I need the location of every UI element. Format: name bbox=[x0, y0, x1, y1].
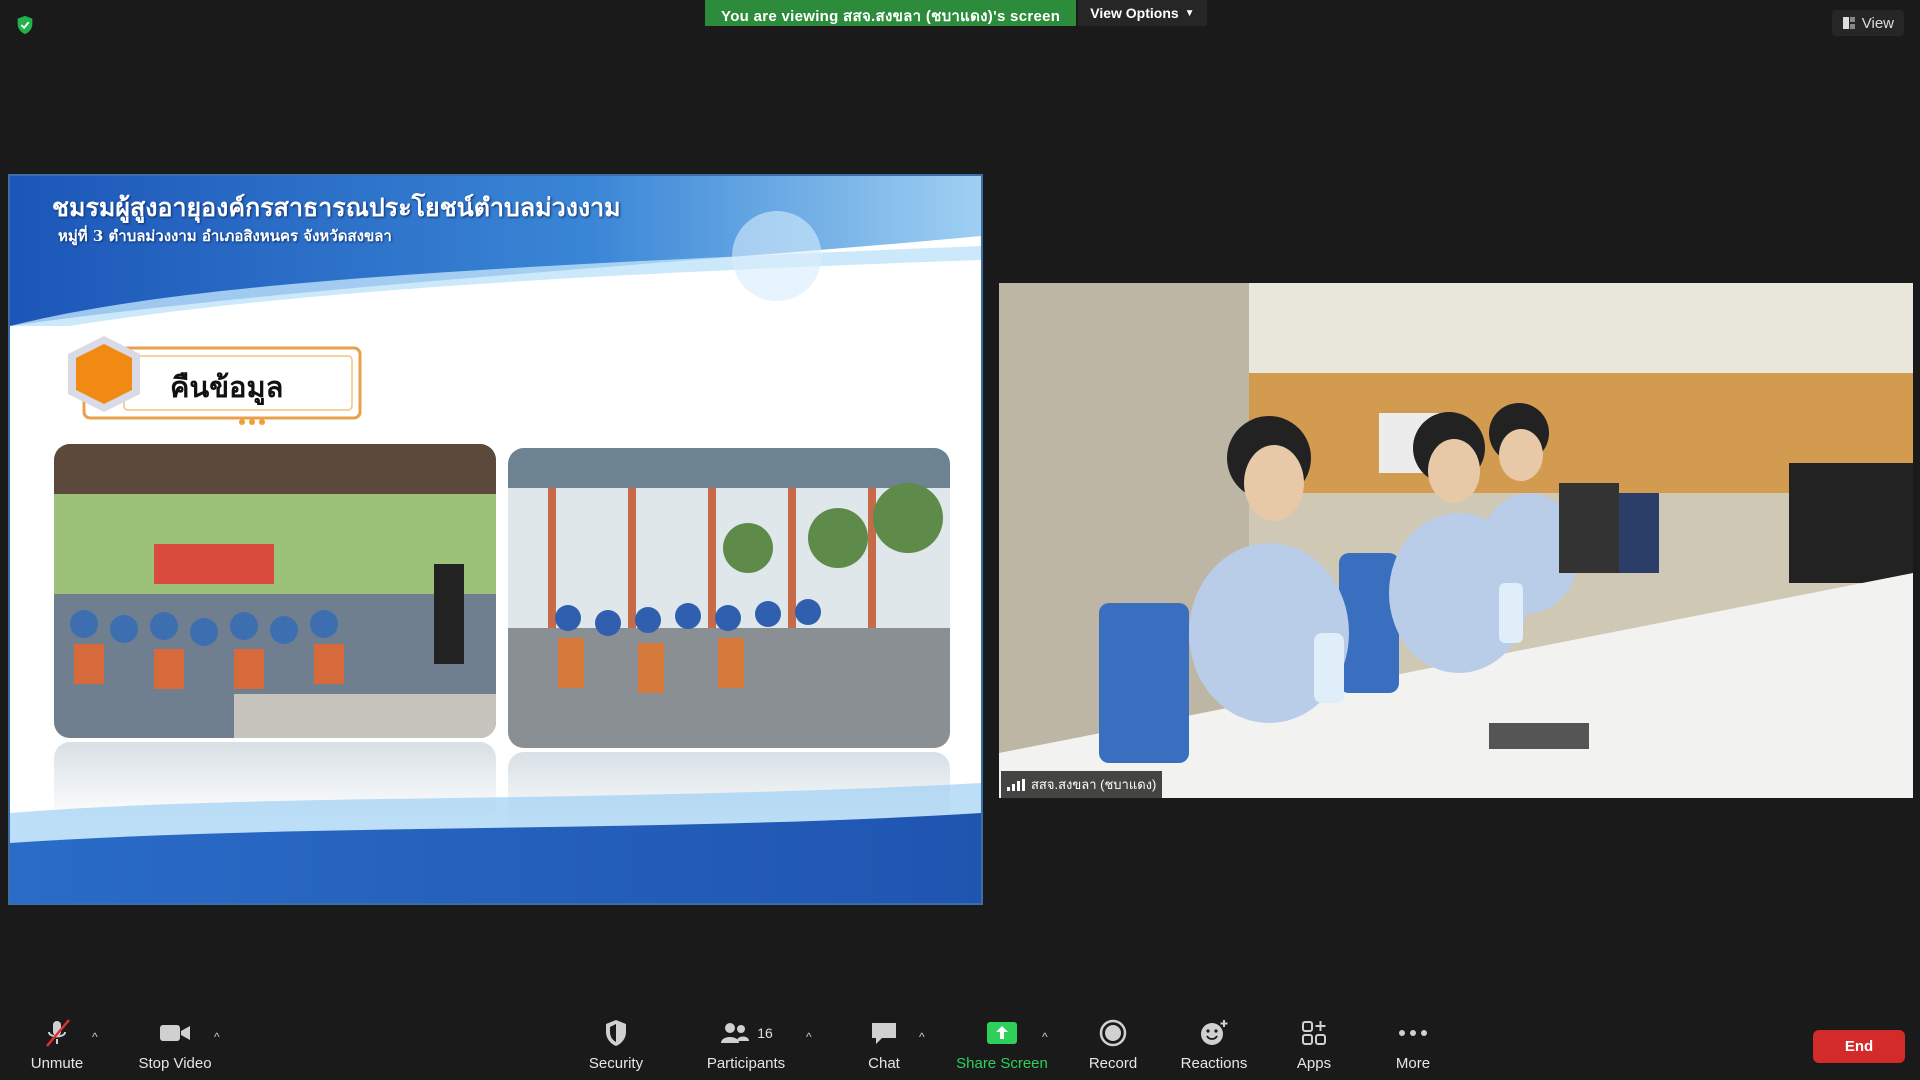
share-screen-label: Share Screen bbox=[956, 1055, 1048, 1072]
event-photo-1 bbox=[54, 444, 496, 738]
more-dots-icon bbox=[1399, 1030, 1427, 1036]
share-options-caret[interactable]: ^ bbox=[1042, 1030, 1048, 1044]
signal-strength-icon bbox=[1007, 778, 1025, 791]
view-layout-icon bbox=[1842, 17, 1855, 29]
participant-name: สสจ.สงขลา (ชบาแดง) bbox=[1031, 777, 1157, 792]
viewing-screen-text: You are viewing สสจ.สงขลา (ชบาแดง)'s scr… bbox=[705, 0, 1077, 26]
record-button[interactable]: Record bbox=[1088, 1018, 1138, 1072]
reactions-label: Reactions bbox=[1180, 1055, 1248, 1072]
participant-video-feed bbox=[999, 283, 1913, 798]
slide-footer-wave bbox=[10, 783, 981, 903]
chat-bubble-icon bbox=[872, 1023, 896, 1044]
meeting-toolbar: Unmute ^ Stop Video ^ Security 16 Partic… bbox=[0, 1000, 1920, 1080]
participants-label: Participants bbox=[706, 1055, 786, 1072]
view-button[interactable]: View bbox=[1831, 10, 1904, 36]
reactions-button[interactable]: Reactions bbox=[1180, 1018, 1248, 1072]
stop-video-button[interactable]: Stop Video bbox=[134, 1018, 216, 1072]
chat-options-caret[interactable]: ^ bbox=[919, 1030, 925, 1044]
participant-video-tile[interactable]: สสจ.สงขลา (ชบาแดง) bbox=[999, 283, 1913, 798]
view-button-label: View bbox=[1861, 14, 1894, 32]
view-options-label: View Options bbox=[1090, 5, 1179, 21]
stop-video-label: Stop Video bbox=[138, 1055, 212, 1072]
participants-icon bbox=[721, 1023, 750, 1043]
apps-label: Apps bbox=[1296, 1055, 1332, 1072]
participants-count: 16 bbox=[757, 1025, 773, 1041]
chevron-down-icon: ▼ bbox=[1184, 7, 1195, 19]
zoom-meeting-window: You are viewing สสจ.สงขลา (ชบาแดง)'s scr… bbox=[0, 0, 1920, 1080]
chat-label: Chat bbox=[868, 1055, 900, 1072]
section-badge-label: คืนข้อมูล bbox=[170, 370, 284, 404]
participants-button[interactable]: 16 Participants bbox=[704, 1018, 788, 1072]
shared-screen: ชมรมผู้สูงอายุองค์กรสาธารณประโยชน์ตำบลม่… bbox=[8, 174, 983, 905]
security-button[interactable]: Security bbox=[584, 1018, 648, 1072]
participants-options-caret[interactable]: ^ bbox=[806, 1030, 812, 1044]
reactions-smiley-icon bbox=[1201, 1020, 1228, 1045]
more-button[interactable]: More bbox=[1392, 1018, 1434, 1072]
apps-button[interactable]: Apps bbox=[1294, 1018, 1334, 1072]
slide-subtitle: หมู่ที่ 3 ตำบลม่วงงาม อำเภอสิงหนคร จังหว… bbox=[58, 227, 392, 245]
event-photo-2 bbox=[508, 448, 950, 748]
apps-icon bbox=[1302, 1021, 1326, 1045]
record-icon bbox=[1099, 1019, 1127, 1047]
share-screen-button[interactable]: Share Screen bbox=[956, 1018, 1048, 1072]
slide-title: ชมรมผู้สูงอายุองค์กรสาธารณประโยชน์ตำบลม่… bbox=[52, 193, 621, 222]
security-shield-icon bbox=[606, 1020, 626, 1046]
video-options-caret[interactable]: ^ bbox=[214, 1030, 220, 1044]
share-screen-icon bbox=[987, 1022, 1017, 1044]
more-label: More bbox=[1395, 1055, 1431, 1072]
unmute-label: Unmute bbox=[30, 1055, 84, 1072]
record-label: Record bbox=[1088, 1055, 1138, 1072]
viewing-banner: You are viewing สสจ.สงขลา (ชบาแดง)'s scr… bbox=[705, 0, 1207, 26]
microphone-muted-icon bbox=[46, 1019, 70, 1047]
security-label: Security bbox=[588, 1055, 644, 1072]
encryption-shield-icon[interactable] bbox=[14, 14, 36, 36]
chat-button[interactable]: Chat bbox=[864, 1018, 904, 1072]
unmute-button[interactable]: Unmute bbox=[28, 1018, 86, 1072]
audio-options-caret[interactable]: ^ bbox=[92, 1030, 98, 1044]
view-options-button[interactable]: View Options ▼ bbox=[1078, 0, 1207, 26]
video-camera-icon bbox=[160, 1025, 190, 1041]
end-meeting-button[interactable]: End bbox=[1813, 1030, 1905, 1063]
participant-name-tag: สสจ.สงขลา (ชบาแดง) bbox=[1001, 771, 1163, 798]
